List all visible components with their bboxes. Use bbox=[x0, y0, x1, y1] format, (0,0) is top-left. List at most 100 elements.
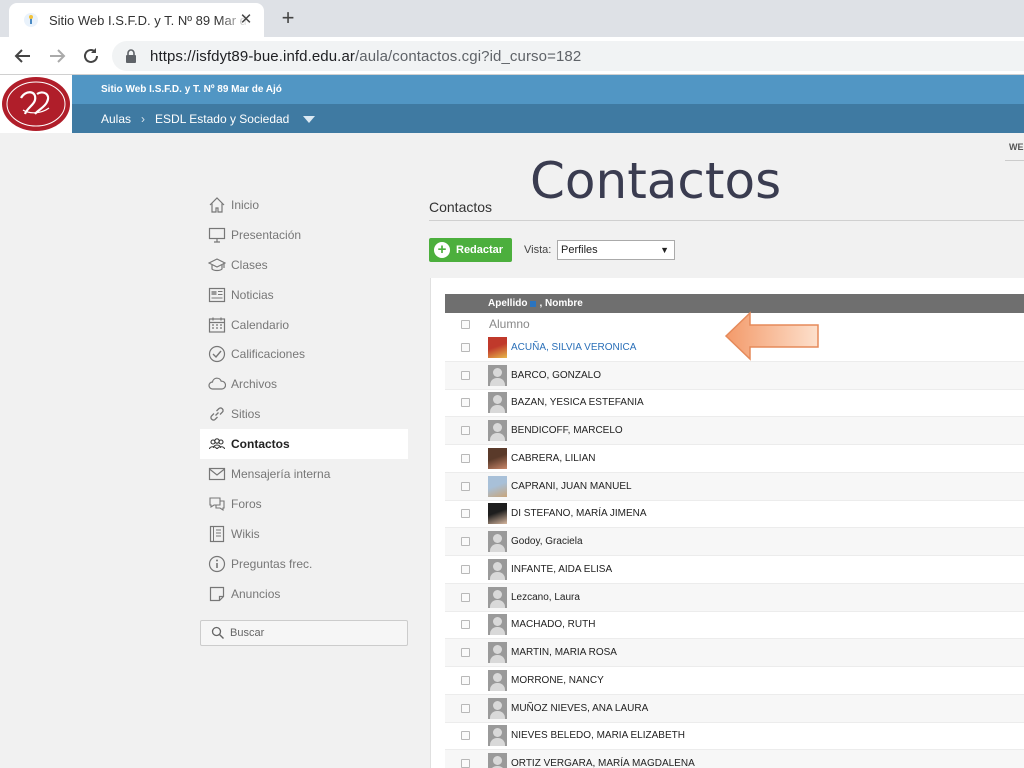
sidebar-item-presentacion[interactable]: Presentación bbox=[200, 220, 408, 250]
default-avatar-icon[interactable] bbox=[488, 725, 507, 747]
sidebar-item-contactos[interactable]: Contactos bbox=[200, 429, 408, 460]
default-avatar-icon[interactable] bbox=[488, 614, 507, 636]
contact-checkbox[interactable] bbox=[461, 509, 470, 519]
contact-name[interactable]: Lezcano, Laura bbox=[511, 592, 580, 603]
sidebar-item-foros[interactable]: Foros bbox=[200, 489, 408, 519]
sidebar-item-preguntas[interactable]: Preguntas frec. bbox=[200, 549, 408, 579]
default-avatar-icon[interactable] bbox=[488, 558, 507, 580]
contact-name[interactable]: INFANTE, AIDA ELISA bbox=[511, 564, 612, 575]
contact-name[interactable]: CAPRANI, JUAN MANUEL bbox=[511, 481, 632, 492]
default-avatar-icon[interactable] bbox=[488, 531, 507, 553]
default-avatar-icon[interactable] bbox=[488, 753, 507, 768]
contact-checkbox[interactable] bbox=[461, 564, 470, 574]
default-avatar-icon[interactable] bbox=[488, 420, 507, 442]
sidebar-item-label: Calendario bbox=[231, 317, 290, 332]
sidebar-item-calendario[interactable]: Calendario bbox=[200, 310, 408, 340]
compose-label: Redactar bbox=[456, 244, 504, 256]
contact-row: CABRERA, LILIAN bbox=[445, 445, 1024, 473]
new-tab-icon[interactable]: + bbox=[276, 6, 300, 30]
sidebar-item-archivos[interactable]: Archivos bbox=[200, 369, 408, 399]
site-name[interactable]: Sitio Web I.S.F.D. y T. Nº 89 Mar de Ajó bbox=[101, 84, 282, 95]
contact-name[interactable]: MARTIN, MARIA ROSA bbox=[511, 647, 617, 658]
contact-checkbox[interactable] bbox=[461, 731, 470, 741]
contact-checkbox[interactable] bbox=[461, 453, 470, 463]
sort-icon[interactable] bbox=[530, 300, 537, 307]
sidebar-item-clases[interactable]: Clases bbox=[200, 250, 408, 280]
compose-button[interactable]: + Redactar bbox=[429, 238, 512, 262]
contact-name[interactable]: MORRONE, NANCY bbox=[511, 675, 604, 686]
breadcrumb-aulas[interactable]: Aulas bbox=[101, 112, 131, 126]
contact-name[interactable]: BAZAN, YESICA ESTEFANIA bbox=[511, 397, 644, 408]
contact-checkbox[interactable] bbox=[461, 342, 470, 352]
contact-checkbox[interactable] bbox=[461, 537, 470, 547]
sidebar-item-label: Mensajería interna bbox=[231, 466, 331, 481]
sidebar-item-anuncios[interactable]: Anuncios bbox=[200, 579, 408, 609]
default-avatar-icon[interactable] bbox=[488, 642, 507, 664]
contact-photo[interactable] bbox=[488, 503, 507, 525]
url-field[interactable]: https://isfdyt89-bue.infd.edu.ar/aula/co… bbox=[112, 41, 1024, 71]
annotation-arrow-icon bbox=[724, 311, 819, 361]
column-surname[interactable]: Apellido bbox=[488, 298, 527, 309]
contact-checkbox[interactable] bbox=[461, 620, 470, 630]
info-icon bbox=[208, 555, 226, 573]
contact-checkbox[interactable] bbox=[461, 426, 470, 436]
contact-photo[interactable] bbox=[488, 447, 507, 469]
view-select-value: Perfiles bbox=[561, 244, 598, 256]
sidebar-search-input[interactable]: Buscar bbox=[200, 620, 408, 647]
course-dropdown-chevron-icon[interactable] bbox=[303, 115, 316, 123]
select-arrow-icon: ▼ bbox=[660, 245, 669, 255]
close-tab-icon[interactable]: ✕ bbox=[238, 12, 254, 28]
contact-name[interactable]: DI STEFANO, MARÍA JIMENA bbox=[511, 508, 647, 519]
contact-name[interactable]: BARCO, GONZALO bbox=[511, 370, 601, 381]
contact-name[interactable]: NIEVES BELEDO, MARIA ELIZABETH bbox=[511, 730, 685, 741]
contact-name[interactable]: MACHADO, RUTH bbox=[511, 619, 595, 630]
sidebar-item-noticias[interactable]: Noticias bbox=[200, 280, 408, 310]
contact-checkbox[interactable] bbox=[461, 759, 470, 768]
default-avatar-icon[interactable] bbox=[488, 669, 507, 691]
contact-checkbox[interactable] bbox=[461, 703, 470, 713]
column-name[interactable]: , Nombre bbox=[539, 298, 582, 309]
contact-checkbox[interactable] bbox=[461, 592, 470, 602]
default-avatar-icon[interactable] bbox=[488, 392, 507, 414]
contact-name[interactable]: CABRERA, LILIAN bbox=[511, 453, 595, 464]
default-avatar-icon[interactable] bbox=[488, 364, 507, 386]
contact-checkbox[interactable] bbox=[461, 481, 470, 491]
group-label: Alumno bbox=[489, 317, 530, 331]
sidebar-item-mensajeria[interactable]: Mensajería interna bbox=[200, 459, 408, 489]
page-title: Contactos bbox=[429, 199, 493, 215]
contact-name[interactable]: Godoy, Graciela bbox=[511, 536, 583, 547]
contact-row: BAZAN, YESICA ESTEFANIA bbox=[445, 390, 1024, 418]
plus-icon: + bbox=[434, 242, 450, 258]
sidebar-item-sitios[interactable]: Sitios bbox=[200, 399, 408, 429]
group-checkbox[interactable] bbox=[461, 319, 470, 329]
contact-name[interactable]: ORTIZ VERGARA, MARÍA MAGDALENA bbox=[511, 758, 695, 768]
contact-checkbox[interactable] bbox=[461, 398, 470, 408]
contact-photo[interactable] bbox=[488, 336, 507, 358]
sidebar-item-inicio[interactable]: Inicio bbox=[200, 190, 408, 220]
sidebar-item-label: Preguntas frec. bbox=[231, 556, 313, 571]
sidebar-item-wikis[interactable]: Wikis bbox=[200, 519, 408, 549]
sidebar-item-calificaciones[interactable]: Calificaciones bbox=[200, 339, 408, 369]
contact-photo[interactable] bbox=[488, 475, 507, 497]
url-text: https://isfdyt89-bue.infd.edu.ar/aula/co… bbox=[150, 48, 581, 65]
contact-name[interactable]: ACUÑA, SILVIA VERONICA bbox=[511, 342, 636, 353]
default-avatar-icon[interactable] bbox=[488, 586, 507, 608]
forward-arrow-icon[interactable] bbox=[46, 45, 68, 67]
view-select[interactable]: Perfiles ▼ bbox=[557, 240, 675, 260]
default-avatar-icon[interactable] bbox=[488, 697, 507, 719]
contact-checkbox[interactable] bbox=[461, 370, 470, 380]
url-path: /aula/contactos.cgi?id_curso=182 bbox=[355, 47, 582, 65]
back-arrow-icon[interactable] bbox=[12, 45, 34, 67]
browser-tab[interactable]: Sitio Web I.S.F.D. y T. Nº 89 Mar de Ajó… bbox=[9, 3, 264, 37]
reload-icon[interactable] bbox=[80, 45, 102, 67]
institution-logo[interactable] bbox=[0, 75, 72, 133]
contact-name[interactable]: BENDICOFF, MARCELO bbox=[511, 425, 623, 436]
breadcrumb-course[interactable]: ESDL Estado y Sociedad bbox=[155, 112, 289, 126]
envelope-icon bbox=[208, 465, 226, 483]
tab-title: Sitio Web I.S.F.D. y T. Nº 89 Mar de Ajó bbox=[49, 12, 249, 28]
contact-name[interactable]: MUÑOZ NIEVES, ANA LAURA bbox=[511, 703, 648, 714]
contact-checkbox[interactable] bbox=[461, 675, 470, 685]
home-icon bbox=[208, 196, 226, 214]
contact-row: ORTIZ VERGARA, MARÍA MAGDALENA bbox=[445, 750, 1024, 768]
contact-checkbox[interactable] bbox=[461, 648, 470, 658]
